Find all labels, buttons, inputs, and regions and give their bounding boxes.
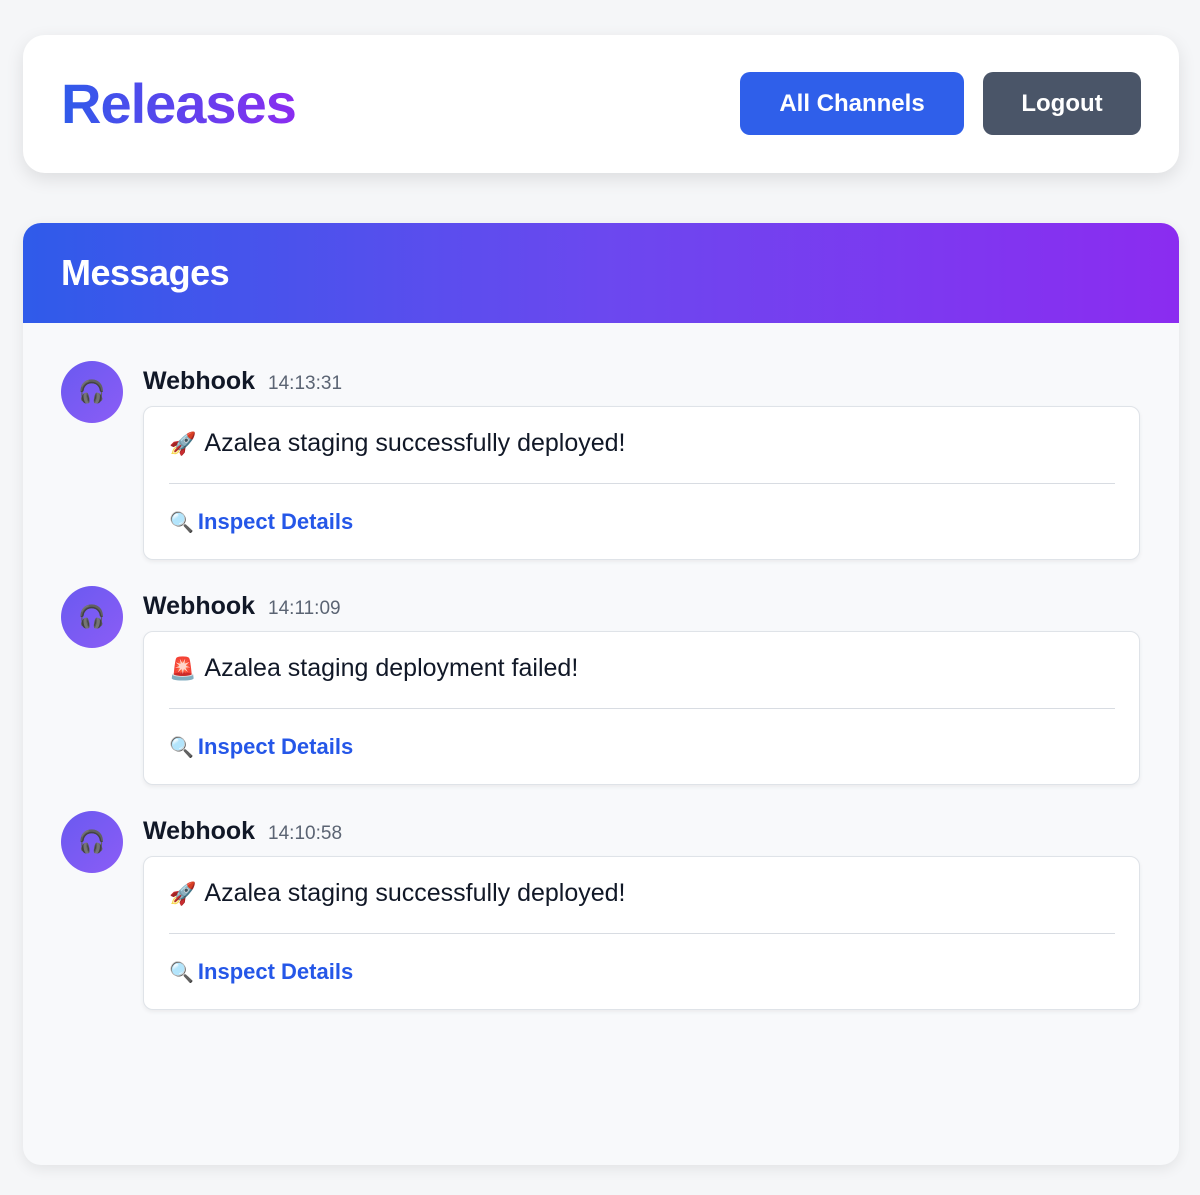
divider	[169, 483, 1115, 484]
inspect-details-label[interactable]: Inspect Details	[198, 509, 353, 535]
avatar: 🎧	[61, 361, 123, 423]
magnifier-icon: 🔍	[169, 511, 194, 534]
message-body: 🚀 Azalea staging successfully deployed!	[169, 879, 626, 908]
rocket-icon: 🚀	[169, 430, 197, 456]
top-bar: Releases All Channels Logout	[23, 35, 1179, 173]
inspect-details-link[interactable]: 🔍 Inspect Details	[169, 509, 353, 535]
magnifier-icon: 🔍	[169, 961, 194, 984]
messages-panel-header: Messages	[23, 223, 1179, 323]
message-meta: Webhook 14:10:58	[143, 817, 342, 846]
message-timestamp: 14:13:31	[268, 373, 343, 394]
divider	[169, 708, 1115, 709]
inspect-details-link[interactable]: 🔍 Inspect Details	[169, 734, 353, 760]
inspect-details-link[interactable]: 🔍 Inspect Details	[169, 959, 353, 985]
message-body: 🚨 Azalea staging deployment failed!	[169, 654, 578, 683]
message-author: Webhook	[143, 817, 256, 845]
message-author: Webhook	[143, 367, 256, 395]
messages-panel: Messages 🎧 Webhook 14:13:31 🚀 Azalea sta…	[23, 223, 1179, 1165]
headphones-icon: 🎧	[78, 829, 106, 854]
headphones-icon: 🎧	[78, 379, 106, 404]
message-author: Webhook	[143, 592, 256, 620]
headphones-icon: 🎧	[78, 604, 106, 629]
message-text: Azalea staging successfully deployed!	[204, 429, 626, 457]
message-body: 🚀 Azalea staging successfully deployed!	[169, 429, 626, 458]
rocket-icon: 🚀	[169, 880, 197, 906]
siren-icon: 🚨	[169, 655, 197, 681]
inspect-details-label[interactable]: Inspect Details	[198, 959, 353, 985]
message-text: Azalea staging successfully deployed!	[204, 879, 626, 907]
logout-button[interactable]: Logout	[983, 72, 1141, 135]
avatar: 🎧	[61, 586, 123, 648]
message-card: 🚀 Azalea staging successfully deployed! …	[143, 406, 1140, 560]
message-timestamp: 14:11:09	[268, 598, 341, 619]
page-title: Releases	[61, 72, 297, 135]
magnifier-icon: 🔍	[169, 736, 194, 759]
avatar: 🎧	[61, 811, 123, 873]
inspect-details-label[interactable]: Inspect Details	[198, 734, 353, 760]
message-card: 🚀 Azalea staging successfully deployed! …	[143, 856, 1140, 1010]
message-meta: Webhook 14:13:31	[143, 367, 342, 396]
message-text: Azalea staging deployment failed!	[204, 654, 579, 682]
messages-title: Messages	[61, 252, 230, 293]
message-timestamp: 14:10:58	[268, 823, 343, 844]
all-channels-button[interactable]: All Channels	[740, 72, 964, 135]
divider	[169, 933, 1115, 934]
message-meta: Webhook 14:11:09	[143, 592, 341, 621]
message-card: 🚨 Azalea staging deployment failed! 🔍 In…	[143, 631, 1140, 785]
